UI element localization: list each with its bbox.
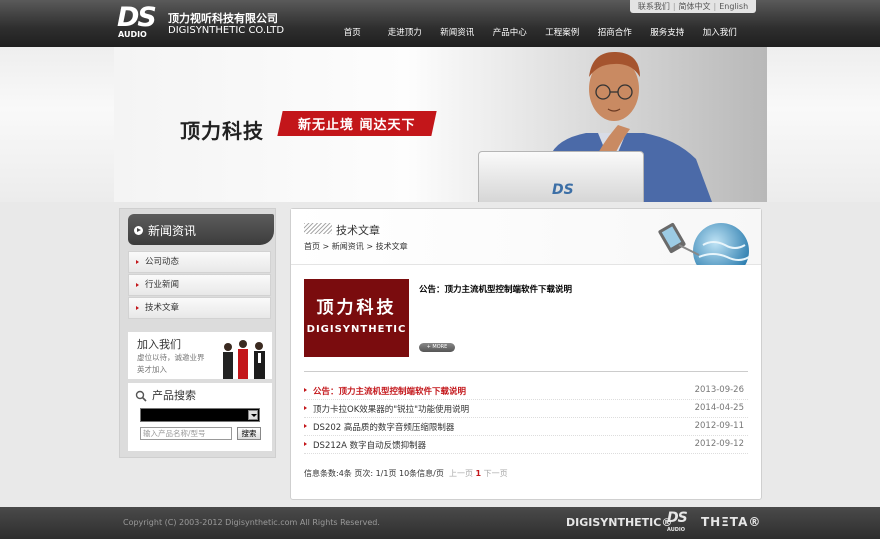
product-search-box: 产品搜索 输入产品名称/型号 搜索 [128, 383, 272, 451]
copyright: Copyright (C) 2003-2012 Digisynthetic.co… [123, 518, 380, 527]
banner: 顶力科技 新无止境 闻达天下 DS [0, 47, 880, 202]
sidebar: 新闻资讯 公司动态 行业新闻 技术文章 加入我们 虚位以待，诚邀业界 英才加入 … [119, 208, 276, 458]
nav-products[interactable]: 产品中心 [484, 26, 537, 38]
article-date: 2012-09-12 [694, 439, 744, 449]
laptop-illustration: DS [478, 151, 644, 202]
arrow-circle-icon [134, 226, 143, 235]
nav-news[interactable]: 新闻资讯 [431, 26, 484, 38]
sidebar-item-tech-articles[interactable]: 技术文章 [128, 297, 271, 319]
article-title[interactable]: 顶力卡拉OK效果器的"锐拉"功能使用说明 [313, 403, 469, 415]
brand-logo-ds-audio: DS AUDIO [667, 510, 689, 534]
product-search-input[interactable]: 输入产品名称/型号 [140, 427, 232, 440]
article-date: 2013-09-26 [694, 385, 744, 395]
lang-simplified-link[interactable]: 简体中文 [676, 1, 714, 12]
search-icon [135, 390, 147, 402]
nav-home[interactable]: 首页 [326, 26, 379, 38]
join-us-title: 加入我们 [137, 338, 181, 351]
featured-article-title[interactable]: 公告：顶力主流机型控制端软件下载说明 [419, 283, 572, 295]
featured-image-cn-text: 顶力科技 [316, 298, 397, 318]
site-footer: Copyright (C) 2003-2012 Digisynthetic.co… [0, 507, 880, 539]
brand-ds-text: DS [667, 510, 688, 526]
breadcrumb[interactable]: 首页 > 新闻资讯 > 技术文章 [304, 241, 408, 252]
laptop-logo: DS [552, 182, 574, 198]
featured-image-en-text: DIGISYNTHETIC [306, 324, 407, 335]
title-stripes-decoration [304, 223, 332, 234]
article-title[interactable]: 公告：顶力主流机型控制端软件下载说明 [313, 385, 466, 397]
article-title[interactable]: DS202 高品质的数字音频压缩限制器 [313, 421, 454, 433]
join-us-box[interactable]: 加入我们 虚位以待，诚邀业界 英才加入 [128, 332, 272, 379]
list-item[interactable]: 公告：顶力主流机型控制端软件下载说明 2013-09-26 [304, 382, 748, 400]
nav-about[interactable]: 走进顶力 [379, 26, 432, 38]
sidebar-title-bar: 新闻资讯 [128, 214, 274, 245]
sidebar-item-company-news[interactable]: 公司动态 [128, 251, 271, 273]
chevron-down-icon [248, 410, 258, 420]
join-us-subtitle: 英才加入 [137, 365, 167, 374]
nav-partner[interactable]: 招商合作 [589, 26, 642, 38]
prev-page-link[interactable]: 上一页 [449, 469, 473, 478]
more-button[interactable]: + MORE [419, 343, 455, 352]
pagination: 信息条数:4条 页次: 1/1页 10条信息/页 上一页 1 下一页 [304, 468, 508, 479]
brand-audio-text: AUDIO [667, 527, 686, 533]
join-us-subtitle: 虚位以待，诚邀业界 [137, 353, 205, 362]
list-item[interactable]: 顶力卡拉OK效果器的"锐拉"功能使用说明 2014-04-25 [304, 400, 748, 418]
product-search-title: 产品搜索 [152, 389, 196, 402]
lang-english-link[interactable]: English [716, 2, 751, 11]
nav-support[interactable]: 服务支持 [641, 26, 694, 38]
main-nav: 首页 走进顶力 新闻资讯 产品中心 工程案例 招商合作 服务支持 加入我们 [326, 26, 746, 38]
logo[interactable]: DS AUDIO [117, 2, 159, 39]
article-date: 2012-09-11 [694, 421, 744, 431]
product-category-select[interactable] [140, 408, 260, 422]
banner-image: 顶力科技 新无止境 闻达天下 DS [114, 47, 767, 202]
contact-link[interactable]: 联系我们 [635, 1, 673, 12]
sidebar-item-industry-news[interactable]: 行业新闻 [128, 274, 271, 296]
top-links-bar: 联系我们 | 简体中文 | English [630, 0, 756, 13]
company-name-cn: 顶力视听科技有限公司 [168, 12, 278, 25]
divider [304, 371, 748, 372]
site-header: DS AUDIO 顶力视听科技有限公司 DIGISYNTHETIC CO.LTD… [0, 0, 880, 47]
list-item[interactable]: DS212A 数字自动反馈抑制器 2012-09-12 [304, 436, 748, 454]
next-page-link[interactable]: 下一页 [484, 469, 508, 478]
banner-slogan: 顶力科技 [180, 119, 264, 143]
search-button[interactable]: 搜索 [237, 427, 261, 440]
brand-logo-digisynthetic: DIGISYNTHETIC® [566, 516, 673, 529]
brand-logo-theta: THΞTA® [701, 515, 762, 529]
article-title[interactable]: DS212A 数字自动反馈抑制器 [313, 439, 426, 451]
company-name-en: DIGISYNTHETIC CO.LTD [168, 25, 285, 36]
nav-cases[interactable]: 工程案例 [536, 26, 589, 38]
page-title: 技术文章 [336, 224, 380, 237]
list-item[interactable]: DS202 高品质的数字音频压缩限制器 2012-09-11 [304, 418, 748, 436]
article-date: 2014-04-25 [694, 403, 744, 413]
banner-tagline: 新无止境 闻达天下 [277, 111, 437, 136]
current-page: 1 [475, 469, 482, 478]
logo-ds-text: DS [117, 2, 157, 33]
featured-article-image[interactable]: 顶力科技 DIGISYNTHETIC [304, 279, 409, 357]
content-header: 技术文章 首页 > 新闻资讯 > 技术文章 [291, 209, 761, 265]
main-content: 技术文章 首页 > 新闻资讯 > 技术文章 顶力科技 DIGISYNTHETIC… [290, 208, 762, 500]
logo-audio-text: AUDIO [118, 30, 147, 39]
people-illustration [223, 340, 265, 379]
globe-icon [658, 222, 750, 265]
pagination-info: 信息条数:4条 页次: 1/1页 10条信息/页 [304, 469, 444, 478]
sidebar-title: 新闻资讯 [148, 224, 197, 238]
nav-join[interactable]: 加入我们 [694, 26, 747, 38]
